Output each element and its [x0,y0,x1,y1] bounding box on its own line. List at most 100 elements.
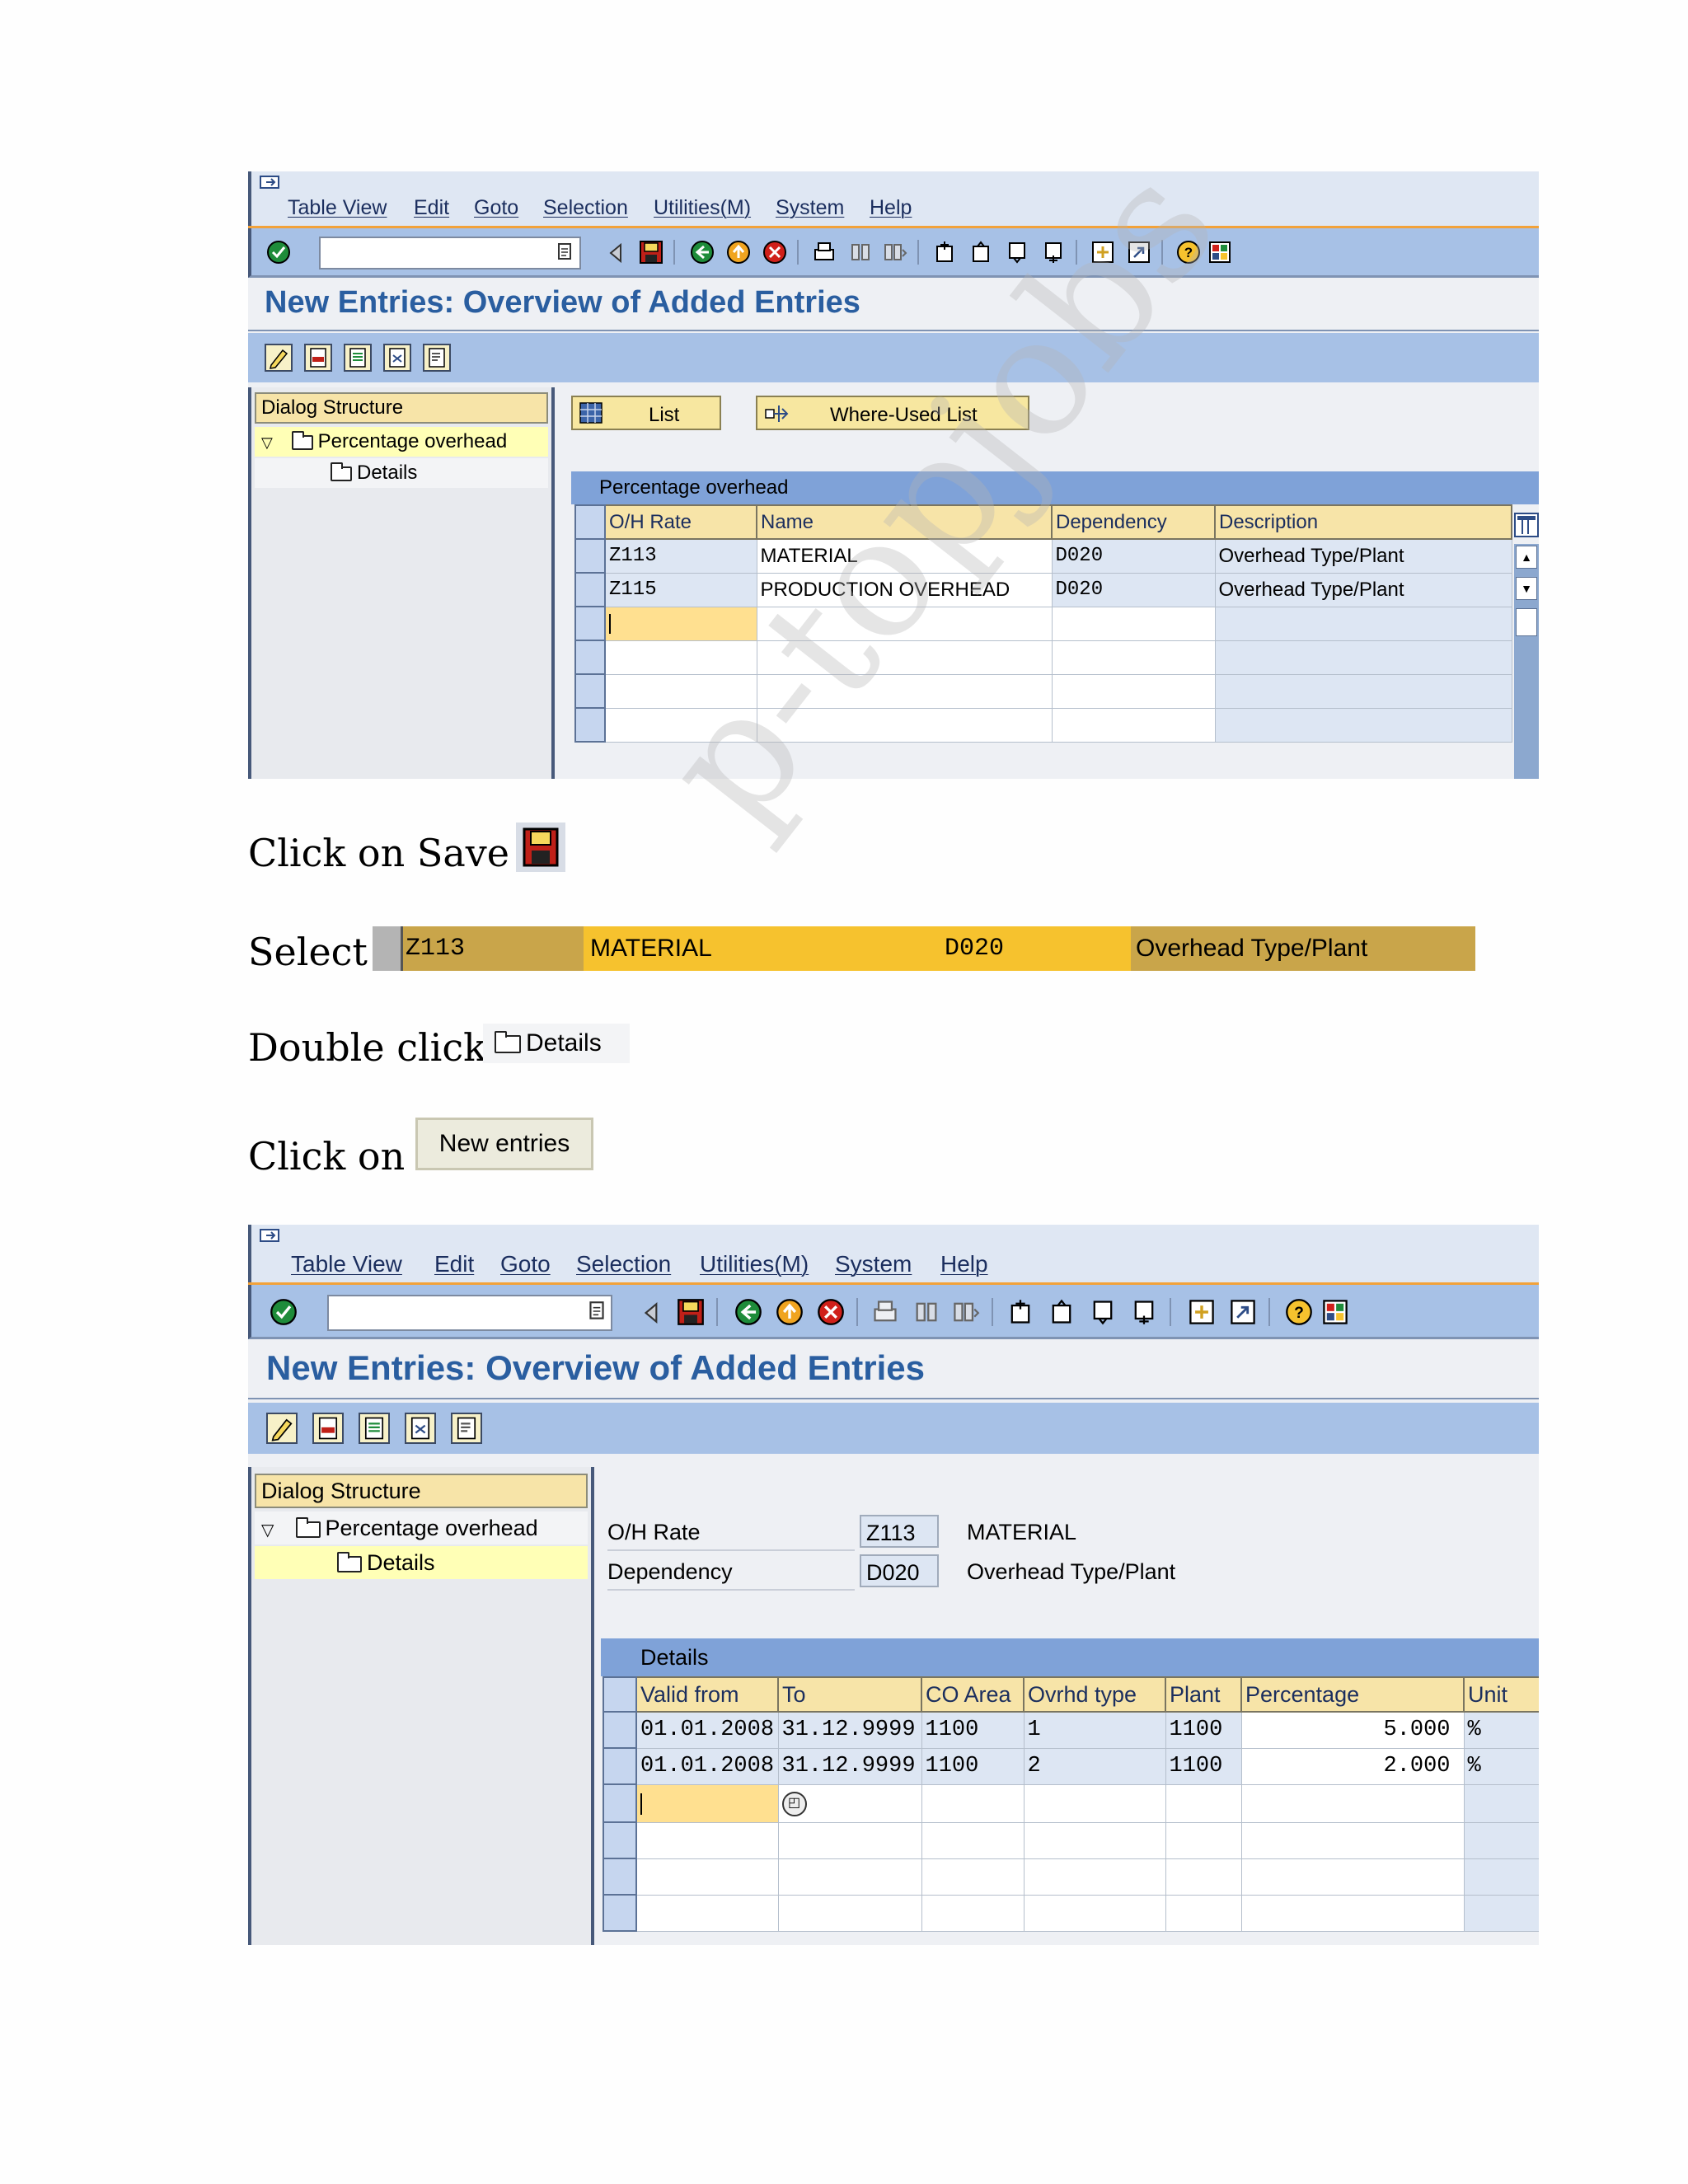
value-help-icon[interactable]: ◰ [781,1791,807,1816]
column-header[interactable]: Plant [1165,1676,1242,1713]
command-field[interactable] [319,237,581,269]
overhead-type-cell[interactable]: 1 [1023,1711,1166,1749]
menu-goto[interactable]: Goto [474,196,518,220]
undo-icon[interactable] [423,344,451,372]
menu-goto[interactable]: Goto [500,1251,551,1277]
enter-icon[interactable] [266,240,291,265]
dependency-cell[interactable]: D020 [1051,538,1216,574]
save-button-sample[interactable] [516,823,565,872]
scroll-thumb[interactable] [1516,608,1537,636]
tree-item-percentage-overhead[interactable]: ▽ Percentage overhead [255,1511,588,1544]
next-page-icon[interactable] [1005,240,1029,265]
co-area-input[interactable] [921,1783,1025,1823]
menu-selection[interactable]: Selection [576,1251,671,1277]
menu-help[interactable]: Help [940,1251,988,1277]
table-row[interactable] [574,640,1512,675]
row-selector[interactable] [574,606,606,641]
help-icon[interactable]: ? [1176,240,1201,265]
oh-rate-cell[interactable]: Z115 [604,572,757,607]
table-row[interactable]: Z115 PRODUCTION OVERHEAD D020 Overhead T… [574,572,1512,607]
row-selector[interactable] [603,1747,637,1785]
back-arrow-icon[interactable] [639,1300,665,1326]
vertical-scrollbar[interactable]: ▲ ▼ [1514,544,1539,779]
row-selector[interactable] [603,1894,637,1932]
table-row[interactable] [574,707,1512,743]
details-node-sample[interactable]: Details [483,1024,630,1063]
valid-to-input[interactable]: ◰ [777,1783,922,1823]
select-all-cell[interactable] [603,1676,637,1713]
command-field[interactable] [327,1295,612,1331]
co-area-cell[interactable]: 1100 [921,1747,1025,1785]
table-row[interactable] [574,673,1512,709]
row-selector[interactable] [574,673,606,709]
valid-from-input[interactable] [635,1783,779,1823]
valid-from-input[interactable] [635,1894,779,1932]
overhead-type-input[interactable] [1023,1783,1166,1823]
undo-icon[interactable] [451,1413,482,1444]
dependency-cell[interactable]: D020 [1051,572,1216,607]
menu-edit[interactable]: Edit [414,196,449,220]
window-menu-icon[interactable] [260,1228,281,1244]
table-row[interactable]: 01.01.2008 31.12.9999 1100 2 1100 2.000 … [603,1747,1539,1785]
last-page-icon[interactable] [1130,1298,1158,1326]
plant-input[interactable] [1165,1894,1242,1932]
find-icon[interactable] [912,1298,940,1326]
menu-help[interactable]: Help [870,196,912,220]
tree-item-percentage-overhead[interactable]: ▽ Percentage overhead [255,427,548,457]
plant-input[interactable] [1165,1783,1242,1823]
table-row[interactable]: 01.01.2008 31.12.9999 1100 1 1100 5.000 … [603,1711,1539,1749]
list-button[interactable]: List [571,396,721,430]
layout-menu-icon[interactable] [1321,1298,1349,1326]
back-arrow-icon[interactable] [604,241,629,265]
where-used-list-button[interactable]: Where-Used List [756,396,1029,430]
row-selector[interactable] [603,1711,637,1749]
row-selector[interactable] [574,572,606,607]
column-header[interactable]: Dependency [1051,504,1216,540]
menu-edit[interactable]: Edit [434,1251,474,1277]
valid-from-input[interactable] [635,1858,779,1896]
percentage-input[interactable] [1240,1783,1465,1823]
percentage-input[interactable] [1240,1821,1465,1859]
co-area-input[interactable] [921,1894,1025,1932]
collapse-triangle-icon[interactable]: ▽ [261,1514,279,1547]
overhead-type-input[interactable] [1023,1821,1166,1859]
previous-page-icon[interactable] [968,240,993,265]
name-input[interactable] [756,606,1053,641]
overhead-type-input[interactable] [1023,1858,1166,1896]
row-selector[interactable] [574,640,606,675]
table-row[interactable] [603,1858,1539,1896]
row-selector[interactable] [603,1783,637,1823]
create-session-icon[interactable] [1188,1298,1216,1326]
row-selector[interactable] [373,926,403,971]
oh-rate-input[interactable] [604,673,757,709]
plant-cell[interactable]: 1100 [1165,1711,1242,1749]
print-icon[interactable] [812,240,837,265]
name-input[interactable] [756,640,1053,675]
new-entries-button-sample[interactable]: New entries [415,1118,593,1170]
percentage-input[interactable] [1240,1894,1465,1932]
dependency-input[interactable] [1051,707,1216,743]
table-row[interactable] [574,606,1512,641]
save-list-icon[interactable] [312,1413,344,1444]
column-header[interactable]: Name [756,504,1053,540]
valid-to-input[interactable] [777,1858,922,1896]
name-cell[interactable]: MATERIAL [756,538,1053,574]
find-next-icon[interactable] [952,1298,980,1326]
dependency-input[interactable] [1051,606,1216,641]
column-header[interactable]: Percentage [1240,1676,1465,1713]
select-all-cell[interactable] [574,504,606,540]
next-page-icon[interactable] [1089,1298,1117,1326]
enter-icon[interactable] [270,1298,298,1326]
name-cell[interactable]: PRODUCTION OVERHEAD [756,572,1053,607]
valid-from-cell[interactable]: 01.01.2008 [635,1747,779,1785]
print-icon[interactable] [871,1298,899,1326]
selected-row-sample[interactable]: Z113 MATERIAL D020 Overhead Type/Plant [373,926,1475,971]
row-selector[interactable] [603,1858,637,1896]
valid-to-cell[interactable]: 31.12.9999 [777,1711,922,1749]
last-page-icon[interactable] [1041,240,1066,265]
column-header[interactable]: Valid from [635,1676,779,1713]
layout-menu-icon[interactable] [1207,240,1232,265]
copy-icon[interactable] [344,344,372,372]
cancel-icon[interactable] [817,1298,845,1326]
row-selector[interactable] [574,707,606,743]
